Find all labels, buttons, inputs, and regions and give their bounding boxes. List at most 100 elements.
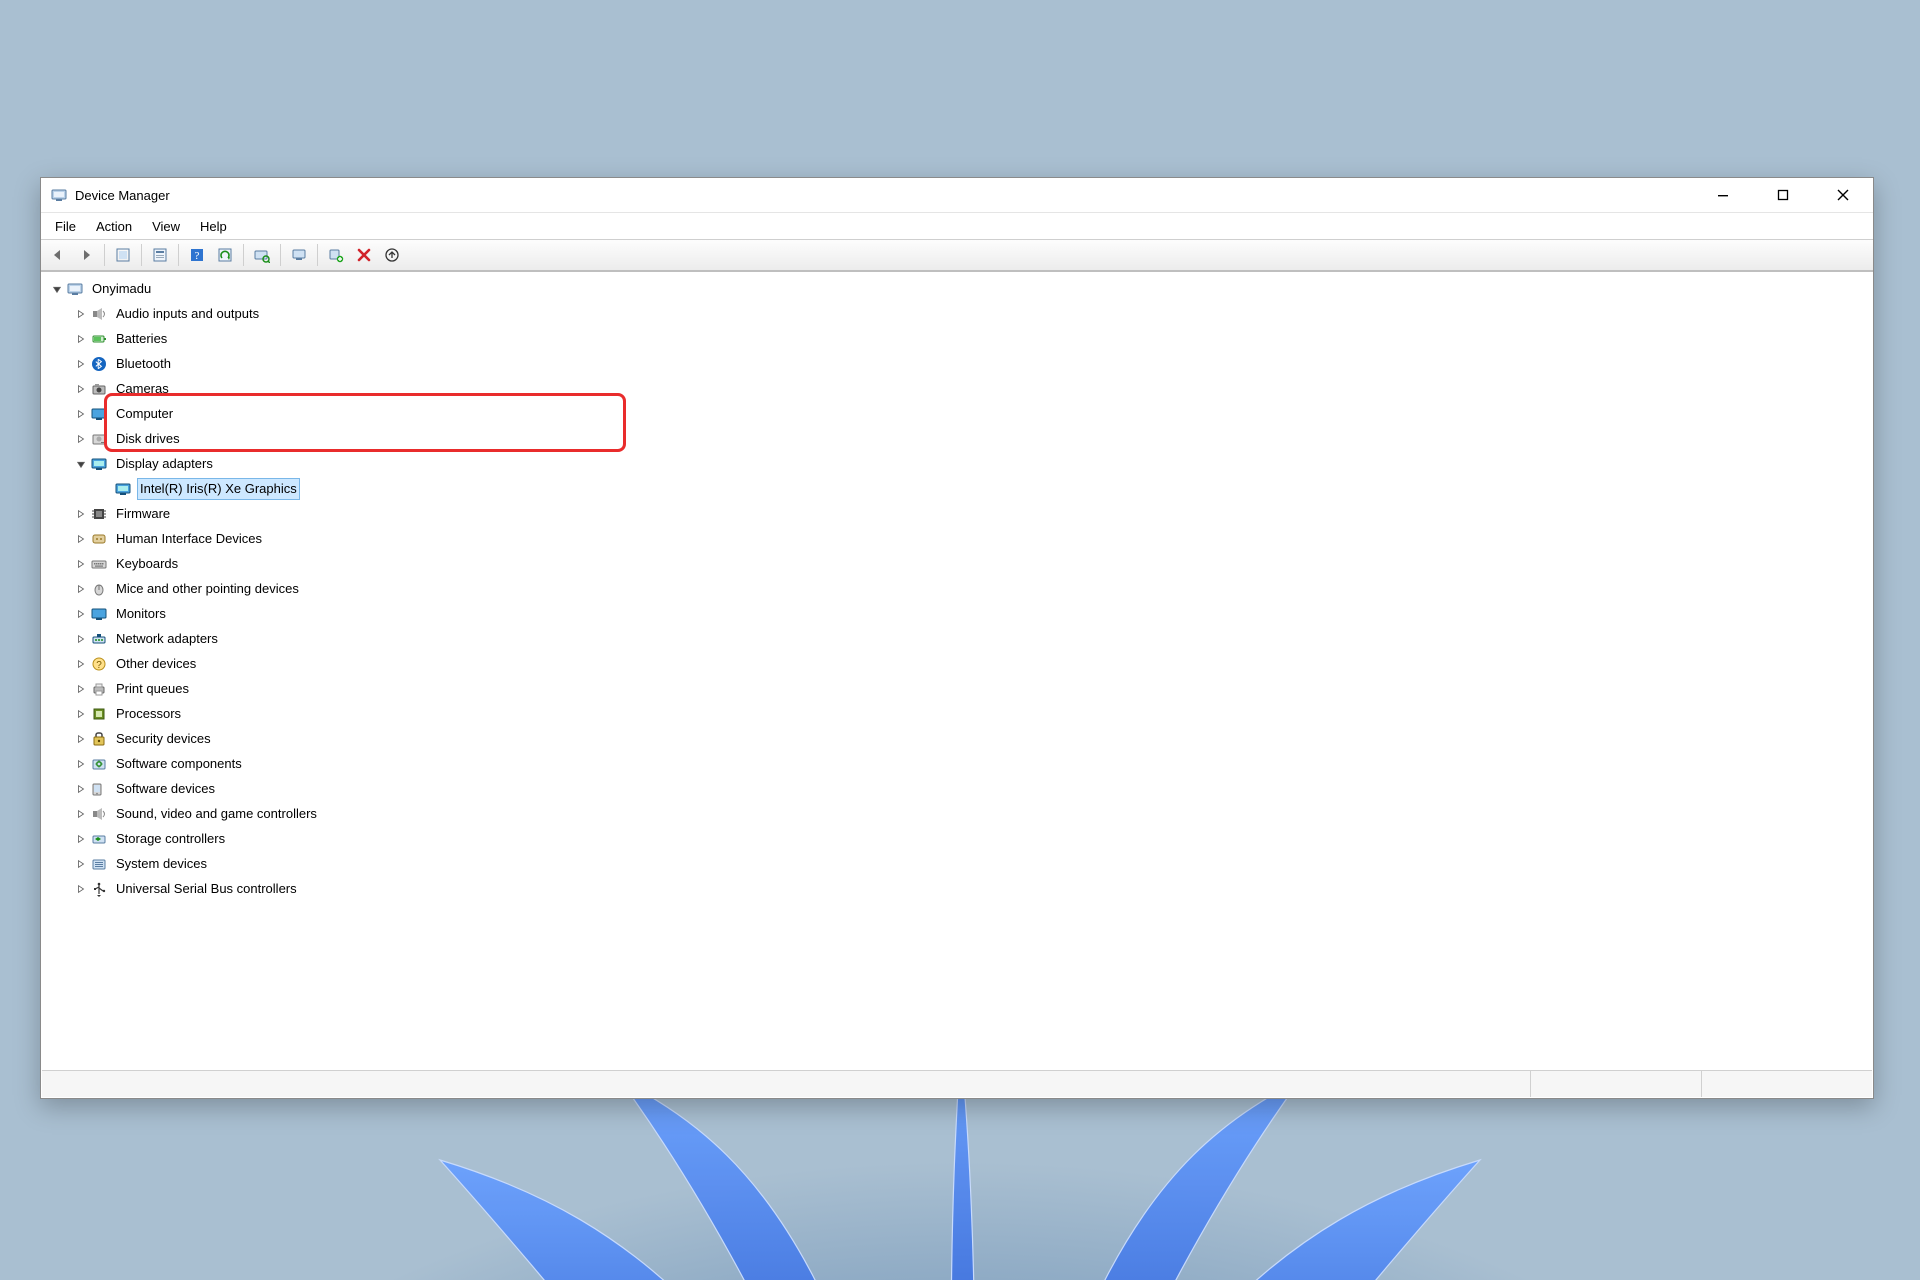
chevron-right-icon[interactable]: [74, 432, 88, 446]
chevron-right-icon[interactable]: [74, 682, 88, 696]
tree-category-18[interactable]: Software devices: [50, 776, 1872, 801]
tree-category-16[interactable]: Security devices: [50, 726, 1872, 751]
tree-category-14[interactable]: Print queues: [50, 676, 1872, 701]
tree-category-8[interactable]: Human Interface Devices: [50, 526, 1872, 551]
tree-device-6-0[interactable]: Intel(R) Iris(R) Xe Graphics: [50, 476, 1872, 501]
tree-item-label[interactable]: Bluetooth: [114, 354, 173, 374]
chevron-down-icon[interactable]: [50, 282, 64, 296]
scan-hardware-icon[interactable]: [249, 242, 275, 268]
chevron-right-icon[interactable]: [74, 882, 88, 896]
maximize-button[interactable]: [1753, 178, 1813, 212]
chevron-right-icon[interactable]: [74, 557, 88, 571]
tree-category-20[interactable]: Storage controllers: [50, 826, 1872, 851]
chevron-right-icon[interactable]: [74, 507, 88, 521]
tree-category-15[interactable]: Processors: [50, 701, 1872, 726]
tree-category-9[interactable]: Keyboards: [50, 551, 1872, 576]
chevron-right-icon[interactable]: [74, 632, 88, 646]
chevron-right-icon[interactable]: [74, 332, 88, 346]
tree-item-label[interactable]: Human Interface Devices: [114, 529, 264, 549]
unknown-icon: [90, 656, 108, 672]
tree-category-10[interactable]: Mice and other pointing devices: [50, 576, 1872, 601]
tree-item-label[interactable]: System devices: [114, 854, 209, 874]
tree-item-label[interactable]: Disk drives: [114, 429, 182, 449]
tree-category-13[interactable]: Other devices: [50, 651, 1872, 676]
tree-item-label[interactable]: Monitors: [114, 604, 168, 624]
nav-forward-icon[interactable]: [73, 242, 99, 268]
tree-category-11[interactable]: Monitors: [50, 601, 1872, 626]
chevron-right-icon[interactable]: [74, 807, 88, 821]
chevron-right-icon[interactable]: [74, 532, 88, 546]
tree-root-computer[interactable]: Onyimadu: [50, 276, 1872, 301]
nav-back-icon[interactable]: [45, 242, 71, 268]
tree-item-label[interactable]: Universal Serial Bus controllers: [114, 879, 299, 899]
chevron-right-icon[interactable]: [74, 832, 88, 846]
software-device-icon: [90, 781, 108, 797]
tree-item-label[interactable]: Processors: [114, 704, 183, 724]
tree-item-label[interactable]: Computer: [114, 404, 175, 424]
close-button[interactable]: [1813, 178, 1873, 212]
disable-icon[interactable]: [323, 242, 349, 268]
tree-item-label[interactable]: Batteries: [114, 329, 169, 349]
tree-item-label[interactable]: Network adapters: [114, 629, 220, 649]
uninstall-icon[interactable]: [286, 242, 312, 268]
tree-item-label[interactable]: Sound, video and game controllers: [114, 804, 319, 824]
tree-category-22[interactable]: Universal Serial Bus controllers: [50, 876, 1872, 901]
tree-item-label[interactable]: Security devices: [114, 729, 213, 749]
menu-view[interactable]: View: [142, 213, 190, 239]
chevron-right-icon[interactable]: [74, 607, 88, 621]
chevron-down-icon[interactable]: [74, 457, 88, 471]
tree-item-label[interactable]: Display adapters: [114, 454, 215, 474]
tree-item-label[interactable]: Software components: [114, 754, 244, 774]
tree-item-label[interactable]: Software devices: [114, 779, 217, 799]
chevron-right-icon[interactable]: [74, 657, 88, 671]
update-driver-icon[interactable]: [212, 242, 238, 268]
tree-category-21[interactable]: System devices: [50, 851, 1872, 876]
tree-category-7[interactable]: Firmware: [50, 501, 1872, 526]
tree-item-label[interactable]: Cameras: [114, 379, 171, 399]
tree-item-label[interactable]: Onyimadu: [90, 279, 153, 299]
chevron-right-icon[interactable]: [74, 707, 88, 721]
camera-icon: [90, 381, 108, 397]
titlebar[interactable]: Device Manager: [41, 178, 1873, 212]
chevron-right-icon[interactable]: [74, 357, 88, 371]
status-seg-3: [1701, 1071, 1872, 1097]
add-legacy-icon[interactable]: [379, 242, 405, 268]
tree-category-19[interactable]: Sound, video and game controllers: [50, 801, 1872, 826]
monitor-icon: [90, 606, 108, 622]
tree-category-6[interactable]: Display adapters: [50, 451, 1872, 476]
properties-icon[interactable]: [147, 242, 173, 268]
chevron-right-icon[interactable]: [74, 732, 88, 746]
chevron-right-icon[interactable]: [74, 307, 88, 321]
show-hidden-icon[interactable]: [110, 242, 136, 268]
menu-file[interactable]: File: [45, 213, 86, 239]
tree-item-label[interactable]: Firmware: [114, 504, 172, 524]
minimize-button[interactable]: [1693, 178, 1753, 212]
tree-item-label[interactable]: Keyboards: [114, 554, 180, 574]
tree-category-0[interactable]: Audio inputs and outputs: [50, 301, 1872, 326]
tree-item-label[interactable]: Storage controllers: [114, 829, 227, 849]
mouse-icon: [90, 581, 108, 597]
tree-category-5[interactable]: Disk drives: [50, 426, 1872, 451]
device-tree[interactable]: Onyimadu Audio inputs and outputs Batterie…: [42, 272, 1872, 1068]
chevron-right-icon[interactable]: [74, 857, 88, 871]
chevron-right-icon[interactable]: [74, 757, 88, 771]
tree-category-3[interactable]: Cameras: [50, 376, 1872, 401]
chevron-right-icon[interactable]: [74, 407, 88, 421]
chevron-right-icon[interactable]: [74, 382, 88, 396]
chevron-right-icon[interactable]: [74, 582, 88, 596]
tree-item-label[interactable]: Other devices: [114, 654, 198, 674]
tree-category-1[interactable]: Batteries: [50, 326, 1872, 351]
tree-category-4[interactable]: Computer: [50, 401, 1872, 426]
tree-item-label[interactable]: Mice and other pointing devices: [114, 579, 301, 599]
menu-help[interactable]: Help: [190, 213, 237, 239]
help-icon[interactable]: ?: [184, 242, 210, 268]
tree-category-12[interactable]: Network adapters: [50, 626, 1872, 651]
chevron-right-icon[interactable]: [74, 782, 88, 796]
tree-item-label[interactable]: Intel(R) Iris(R) Xe Graphics: [138, 479, 299, 499]
tree-category-17[interactable]: Software components: [50, 751, 1872, 776]
tree-category-2[interactable]: Bluetooth: [50, 351, 1872, 376]
tree-item-label[interactable]: Audio inputs and outputs: [114, 304, 261, 324]
remove-icon[interactable]: [351, 242, 377, 268]
menu-action[interactable]: Action: [86, 213, 142, 239]
tree-item-label[interactable]: Print queues: [114, 679, 191, 699]
